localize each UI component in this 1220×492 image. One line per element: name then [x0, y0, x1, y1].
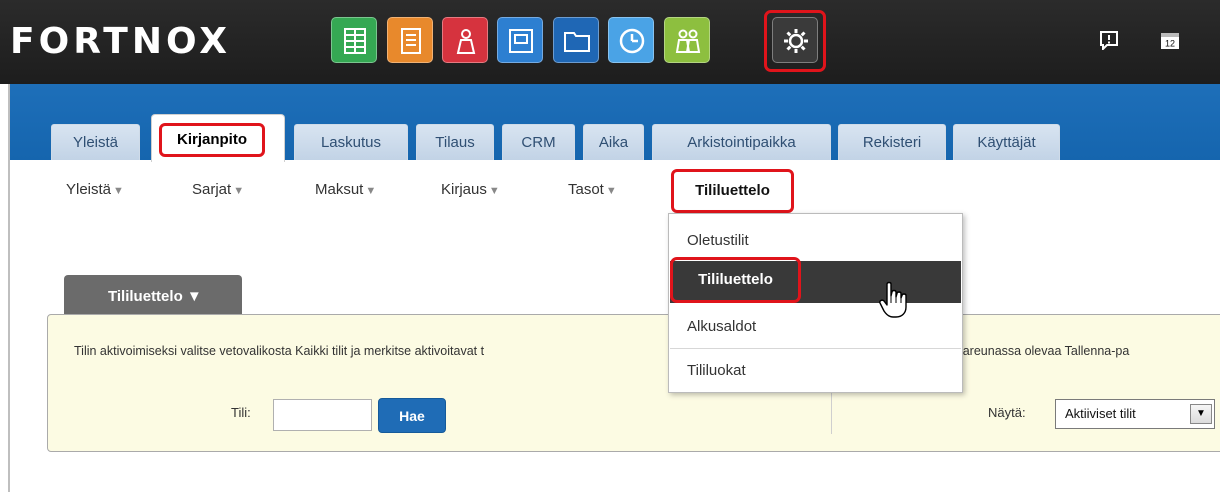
panel-divider: [831, 388, 832, 434]
folder-app-icon[interactable]: [553, 17, 599, 63]
submenu-maksut-label: Maksut: [315, 181, 364, 198]
dropdown-item-tililuokat[interactable]: Tililuokat: [670, 349, 961, 392]
top-header: FORTNOX 12: [0, 0, 1220, 84]
tab-yleista[interactable]: Yleistä: [51, 124, 140, 160]
submenu-tililuettelo[interactable]: Tililuettelo: [671, 169, 794, 213]
user-app-icon[interactable]: [442, 17, 488, 63]
dropdown-arrow-icon[interactable]: ▼: [1190, 404, 1212, 424]
caret-down-icon: ▼: [233, 185, 245, 197]
submenu-sarjat-label: Sarjat: [192, 181, 232, 198]
caret-down-icon: ▼: [605, 185, 617, 197]
caret-down-icon: ▼: [365, 185, 377, 197]
info-text: Tilin aktivoimiseksi valitse vetovalikos…: [74, 344, 485, 358]
dropdown-item-alkusaldot[interactable]: Alkusaldot: [670, 305, 961, 348]
invoice-app-icon[interactable]: [387, 17, 433, 63]
info-text-right: alareunassa olevaa Tallenna-pa: [953, 344, 1130, 358]
tab-crm[interactable]: CRM: [502, 124, 575, 160]
show-label: Näytä:: [988, 405, 1026, 420]
tab-aika[interactable]: Aika: [583, 124, 644, 160]
people-app-icon[interactable]: [664, 17, 710, 63]
submenu-tasot[interactable]: Tasot ▼: [568, 180, 617, 201]
hand-cursor-icon: [879, 281, 907, 318]
show-select[interactable]: Aktiiviset tilit ▼: [1055, 399, 1215, 429]
svg-text:12: 12: [1165, 39, 1175, 49]
clock-app-icon[interactable]: [608, 17, 654, 63]
search-button[interactable]: Hae: [378, 398, 446, 433]
caret-down-icon: ▼: [113, 185, 124, 197]
tab-arkistointipaikka[interactable]: Arkistointipaikka: [652, 124, 831, 160]
notification-icon[interactable]: [1099, 30, 1119, 52]
tab-laskutus[interactable]: Laskutus: [294, 124, 408, 160]
submenu-kirjaus-label: Kirjaus: [441, 181, 487, 198]
tililuettelo-dropdown: Oletustilit Alkusaldot Tililuokat: [668, 213, 963, 393]
dropdown-item-tililuettelo-label: Tililuettelo: [670, 257, 801, 303]
settings-app-icon[interactable]: [772, 17, 818, 63]
ledger-app-icon[interactable]: [331, 17, 377, 63]
submenu-yleista[interactable]: Yleistä ▼: [66, 180, 124, 201]
dropdown-item-oletustilit[interactable]: Oletustilit: [670, 219, 961, 262]
left-border: [8, 84, 10, 492]
submenu-tasot-label: Tasot: [568, 181, 604, 198]
submenu-yleista-label: Yleistä: [66, 181, 112, 198]
submenu-sarjat[interactable]: Sarjat ▼: [192, 180, 244, 201]
submenu-kirjaus[interactable]: Kirjaus ▼: [441, 180, 500, 201]
fortnox-logo: FORTNOX: [10, 21, 232, 62]
tab-kirjanpito-label: Kirjanpito: [159, 123, 265, 157]
panel-tab-tililuettelo[interactable]: Tililuettelo ▼: [64, 275, 242, 315]
tab-kayttajat[interactable]: Käyttäjät: [953, 124, 1060, 160]
app-window: FORTNOX 12 Yleistä Kirjanpito Laskutus T…: [0, 0, 1220, 492]
tab-tilaus[interactable]: Tilaus: [416, 124, 494, 160]
caret-down-icon: ▼: [488, 185, 500, 197]
tab-kirjanpito[interactable]: Kirjanpito: [151, 114, 285, 162]
tab-rekisteri[interactable]: Rekisteri: [838, 124, 946, 160]
account-panel: [47, 314, 1220, 452]
submenu-maksut[interactable]: Maksut ▼: [315, 180, 376, 201]
screen-app-icon[interactable]: [497, 17, 543, 63]
show-select-value: Aktiiviset tilit: [1065, 406, 1136, 421]
account-label: Tili:: [231, 405, 251, 420]
calendar-icon[interactable]: 12: [1160, 30, 1180, 50]
account-input[interactable]: [273, 399, 372, 431]
